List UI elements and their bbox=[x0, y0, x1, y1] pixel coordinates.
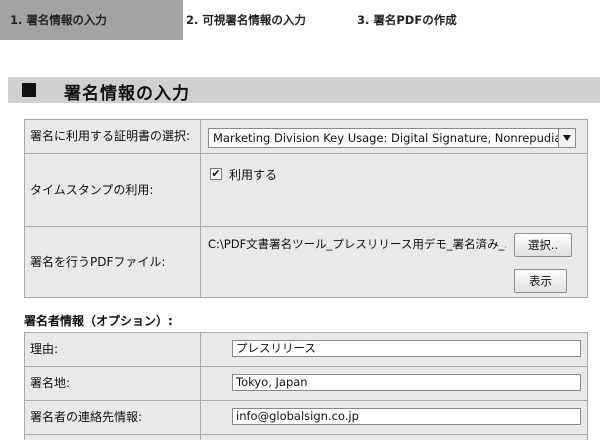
location-label: 署名地: bbox=[25, 367, 200, 400]
row-divider bbox=[25, 434, 587, 435]
column-divider bbox=[200, 120, 201, 297]
cert-label: 署名に利用する証明書の選択: bbox=[25, 120, 200, 153]
certificate-select[interactable]: Marketing Division Key Usage: Digital Si… bbox=[208, 128, 576, 148]
timestamp-label: タイムスタンプの利用: bbox=[25, 154, 200, 226]
display-button[interactable]: 表示 bbox=[514, 269, 567, 293]
pdf-file-label: 署名を行うPDFファイル: bbox=[25, 227, 200, 297]
step-3-tab[interactable]: 3. 署名PDFの作成 bbox=[357, 0, 457, 40]
reason-input[interactable]: プレスリリース bbox=[232, 340, 581, 357]
square-bullet-icon bbox=[22, 83, 36, 97]
pdf-file-path: C:\PDF文書署名ツール_プレスリリース用デモ_署名済み_... bbox=[208, 237, 506, 251]
reason-label: 理由: bbox=[25, 333, 200, 366]
step-1-tab[interactable]: 1. 署名情報の入力 bbox=[0, 0, 183, 40]
certificate-select-value: Marketing Division Key Usage: Digital Si… bbox=[213, 131, 559, 145]
timestamp-checkbox-label[interactable]: 利用する bbox=[229, 166, 277, 183]
timestamp-checkbox[interactable]: ✔ bbox=[210, 168, 222, 180]
chevron-down-icon[interactable] bbox=[558, 129, 575, 147]
signer-info-heading: 署名者情報（オプション）: bbox=[24, 314, 173, 328]
select-file-button[interactable]: 選択.. bbox=[514, 233, 572, 257]
step-2-tab[interactable]: 2. 可視署名情報の入力 bbox=[186, 0, 306, 40]
contact-input[interactable]: info@globalsign.co.jp bbox=[232, 408, 581, 425]
contact-label: 署名者の連絡先情報: bbox=[25, 401, 200, 434]
signer-info-table: 理由: 署名地: 署名者の連絡先情報: プレスリリース Tokyo, Japan… bbox=[24, 332, 588, 440]
location-input[interactable]: Tokyo, Japan bbox=[232, 374, 581, 391]
section-header: 署名情報の入力 bbox=[8, 77, 600, 104]
section-title: 署名情報の入力 bbox=[64, 84, 190, 104]
column-divider bbox=[200, 333, 201, 440]
